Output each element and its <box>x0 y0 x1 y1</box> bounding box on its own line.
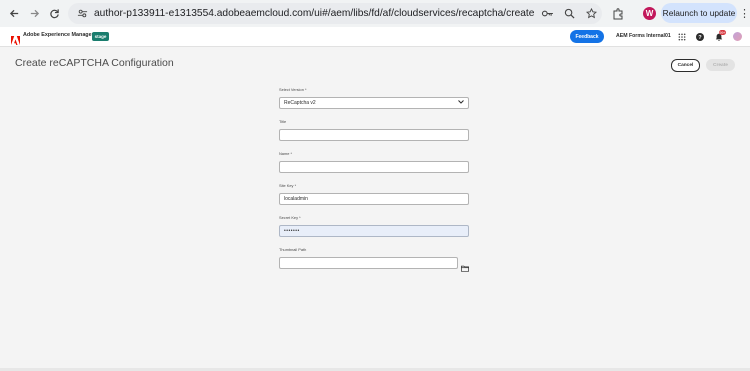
secret-key-field: Secret Key * ••••••• <box>279 215 471 237</box>
url-text: author-p133911-e1313554.adobeaemcloud.co… <box>94 8 534 19</box>
chevron-down-icon <box>458 100 464 106</box>
aem-shell-header: Adobe Experience Manager stage Feedback … <box>0 27 750 47</box>
svg-text:?: ? <box>698 35 702 41</box>
name-field: Name * <box>279 151 471 173</box>
title-label: Title <box>279 119 287 124</box>
solutions-grid-icon[interactable] <box>677 32 686 41</box>
browser-menu-icon[interactable]: ⋮ <box>739 7 750 20</box>
secret-key-input[interactable]: ••••••• <box>279 225 469 237</box>
address-bar[interactable]: author-p133911-e1313554.adobeaemcloud.co… <box>68 3 602 24</box>
title-field: Title <box>279 119 471 141</box>
thumbnail-path-label: Thumbnail Path <box>279 247 307 252</box>
browser-toolbar: author-p133911-e1313554.adobeaemcloud.co… <box>0 0 750 27</box>
folder-browse-icon[interactable] <box>461 259 469 272</box>
site-key-label: Site Key * <box>279 183 297 188</box>
adobe-logo-icon[interactable] <box>11 32 20 45</box>
extensions-puzzle-icon[interactable] <box>612 7 624 25</box>
organization-switcher[interactable]: AEM Forms Internal01 <box>616 33 671 39</box>
product-name[interactable]: Adobe Experience Manager <box>23 32 94 38</box>
secret-key-label: Secret Key * <box>279 215 301 220</box>
thumbnail-path-input[interactable] <box>279 257 458 269</box>
cancel-button[interactable]: Cancel <box>671 59 700 72</box>
zoom-icon[interactable] <box>562 7 576 21</box>
relaunch-button[interactable]: Relaunch to update <box>661 3 737 23</box>
name-label: Name * <box>279 151 292 156</box>
page-title: Create reCAPTCHA Configuration <box>15 57 174 69</box>
site-key-field: Site Key * localadmin <box>279 183 471 205</box>
create-button[interactable]: Create <box>706 59 735 71</box>
version-label: Select Version * <box>279 87 307 92</box>
version-field: Select Version * ReCaptcha v2 <box>279 87 471 109</box>
name-input[interactable] <box>279 161 469 173</box>
site-key-input[interactable]: localadmin <box>279 193 469 205</box>
feedback-button[interactable]: Feedback <box>570 30 604 43</box>
environment-badge: stage <box>92 32 109 41</box>
user-avatar[interactable] <box>733 32 742 41</box>
version-selected-value: ReCaptcha v2 <box>284 100 316 106</box>
version-select[interactable]: ReCaptcha v2 <box>279 97 469 109</box>
forward-arrow-icon[interactable] <box>24 3 44 23</box>
notification-count-badge: 99+ <box>719 30 726 35</box>
back-arrow-icon[interactable] <box>4 3 24 23</box>
help-icon[interactable]: ? <box>695 32 704 41</box>
thumbnail-path-field: Thumbnail Path <box>279 247 471 272</box>
profile-avatar[interactable]: W <box>643 7 656 20</box>
password-key-icon[interactable] <box>540 7 554 21</box>
site-settings-icon[interactable] <box>76 8 88 20</box>
bookmark-star-icon[interactable] <box>584 7 598 21</box>
reload-icon[interactable] <box>44 3 64 23</box>
title-input[interactable] <box>279 129 469 141</box>
